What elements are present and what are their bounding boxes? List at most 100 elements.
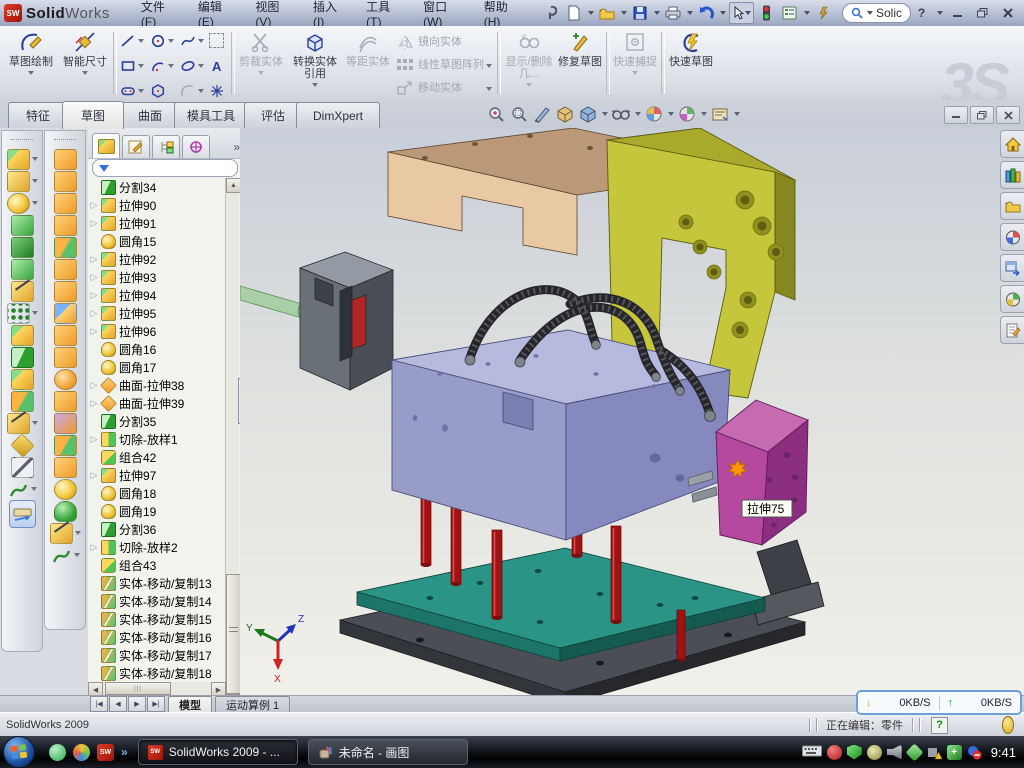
surface-fillet-icon[interactable] xyxy=(54,479,77,500)
boundary-boss-icon[interactable] xyxy=(11,259,34,280)
taskbar-task-paint[interactable]: 未命名 - 画图 xyxy=(308,739,468,765)
taskbar-clock[interactable]: 9:41 xyxy=(991,745,1016,760)
new-document-icon[interactable] xyxy=(564,4,584,22)
tab-evaluate[interactable]: 评估 xyxy=(244,102,302,128)
custom-properties-tab[interactable] xyxy=(1000,316,1024,344)
dimxpertmanager-tab[interactable] xyxy=(182,135,210,158)
view-palette-tab[interactable] xyxy=(1000,254,1024,282)
display-style-dropdown-icon[interactable] xyxy=(602,112,608,116)
tree-item[interactable]: ▷圆角17 xyxy=(90,358,226,376)
network-speed-widget[interactable]: ↓0KB/S ↑0KB/S xyxy=(856,690,1022,715)
surface-planar-icon[interactable] xyxy=(54,281,77,302)
polygon-icon[interactable] xyxy=(149,82,166,99)
network-warning-icon[interactable] xyxy=(927,745,942,760)
file-explorer-tab[interactable] xyxy=(1000,192,1024,220)
surface-boundary-icon[interactable] xyxy=(54,237,77,258)
surface-untrim-icon[interactable] xyxy=(54,369,77,390)
undo-dropdown-icon[interactable] xyxy=(720,11,726,15)
hide-show-dropdown-icon[interactable] xyxy=(635,112,641,116)
tree-item[interactable]: ▷拉伸96 xyxy=(90,322,226,340)
fillet-icon[interactable] xyxy=(7,193,30,214)
sketch-button[interactable]: 草图绘制 xyxy=(4,29,58,95)
rebuild-traffic-light-icon[interactable] xyxy=(757,4,777,22)
tree-item[interactable]: ▷拉伸93 xyxy=(90,268,226,286)
help-icon[interactable]: ? xyxy=(911,6,932,21)
view-orientation-icon[interactable] xyxy=(555,104,575,124)
print-icon[interactable] xyxy=(663,4,683,22)
help-dropdown-icon[interactable] xyxy=(937,11,943,15)
tab-surfaces[interactable]: 曲面 xyxy=(120,102,180,128)
tree-item[interactable]: ▷圆角19 xyxy=(90,502,226,520)
tree-item[interactable]: ▷分割36 xyxy=(90,520,226,538)
section-view-icon[interactable] xyxy=(532,104,552,124)
annotation-view-icon[interactable] xyxy=(710,104,730,124)
curve-tool-icon[interactable] xyxy=(51,546,72,565)
tab-dimxpert[interactable]: DimXpert xyxy=(296,102,380,128)
tree-item[interactable]: ▷拉伸94 xyxy=(90,286,226,304)
solidworks-icon[interactable]: SW xyxy=(97,744,114,761)
linear-pattern-icon[interactable] xyxy=(7,303,30,324)
new-dropdown-icon[interactable] xyxy=(588,11,594,15)
sketch-text-icon[interactable]: A xyxy=(208,57,225,74)
expand-chevron[interactable]: » xyxy=(121,745,128,759)
display-style-icon[interactable] xyxy=(578,104,598,124)
tab-sketch[interactable]: 草图 xyxy=(62,101,124,129)
tree-horizontal-scrollbar[interactable]: ◀ ||| ▶ xyxy=(88,682,226,695)
open-folder-icon[interactable] xyxy=(597,4,617,22)
browser-ball-icon[interactable] xyxy=(73,744,90,761)
tree-item[interactable]: ▷切除-放样2 xyxy=(90,538,226,556)
resources-home-tab[interactable] xyxy=(1000,130,1024,158)
surface-bend-icon[interactable] xyxy=(54,347,77,368)
tree-item[interactable]: ▷实体-移动/复制16 xyxy=(90,628,226,646)
taskbar-task-solidworks[interactable]: SW SolidWorks 2009 - ... xyxy=(138,739,298,765)
instant3d-button[interactable] xyxy=(9,500,36,528)
dome-icon[interactable] xyxy=(54,501,77,522)
tree-item[interactable]: ▷曲面-拉伸38 xyxy=(90,376,226,394)
reference-star-icon[interactable] xyxy=(50,523,73,544)
tab-features[interactable]: 特征 xyxy=(8,102,68,128)
tree-item[interactable]: ▷圆角16 xyxy=(90,340,226,358)
model-tab[interactable]: 模型 xyxy=(168,696,212,713)
sync-tool-icon[interactable] xyxy=(905,743,923,761)
move-copy-icon[interactable] xyxy=(11,391,34,412)
model-part-clamp[interactable] xyxy=(300,252,393,390)
tree-item[interactable]: ▷实体-移动/复制17 xyxy=(90,646,226,664)
zoom-fit-icon[interactable] xyxy=(486,104,506,124)
surface-extend-icon[interactable] xyxy=(54,457,77,478)
save-icon[interactable] xyxy=(630,4,650,22)
quick-tips-icon[interactable]: ? xyxy=(931,717,948,734)
updater-icon[interactable] xyxy=(967,745,982,760)
search-tool-icon[interactable] xyxy=(867,745,882,760)
security-shield-icon[interactable] xyxy=(847,745,862,760)
search-dropdown-icon[interactable] xyxy=(867,11,873,15)
surface-mid-icon[interactable] xyxy=(54,413,77,434)
next-tab-button[interactable]: ▶ xyxy=(128,696,146,712)
scrollbar-thumb[interactable] xyxy=(226,574,241,694)
options-dropdown-icon[interactable] xyxy=(804,11,810,15)
extruded-boss-icon[interactable] xyxy=(7,149,30,170)
rapid-sketch-button[interactable]: 快速草图 xyxy=(666,29,716,95)
first-tab-button[interactable]: |◀ xyxy=(90,696,108,712)
appearance-dropdown-icon[interactable] xyxy=(668,112,674,116)
surface-knit-icon[interactable] xyxy=(54,325,77,346)
input-keyboard-icon[interactable] xyxy=(802,744,822,760)
scene-icon[interactable] xyxy=(677,104,697,124)
surface-trim-icon[interactable] xyxy=(54,193,77,214)
convert-entities-button[interactable]: 转换实体引用 xyxy=(288,29,342,95)
surface-sweep-icon[interactable] xyxy=(54,149,77,170)
minimize-button[interactable] xyxy=(947,6,968,21)
document-close-button[interactable] xyxy=(996,106,1020,124)
appearance-icon[interactable] xyxy=(644,104,664,124)
point-icon[interactable] xyxy=(208,82,225,99)
save-dropdown-icon[interactable] xyxy=(654,11,660,15)
document-restore-button[interactable] xyxy=(970,106,994,124)
tab-mold-tools[interactable]: 模具工具 xyxy=(174,102,248,128)
surface-loft-icon[interactable] xyxy=(54,215,77,236)
addins-icon[interactable] xyxy=(813,4,833,22)
surface-offset-icon[interactable] xyxy=(54,259,77,280)
options-list-icon[interactable] xyxy=(780,4,800,22)
messenger-icon[interactable] xyxy=(49,744,66,761)
ellipse-icon[interactable] xyxy=(179,57,196,74)
close-button[interactable] xyxy=(997,6,1018,21)
tree-item[interactable]: ▷圆角18 xyxy=(90,484,226,502)
